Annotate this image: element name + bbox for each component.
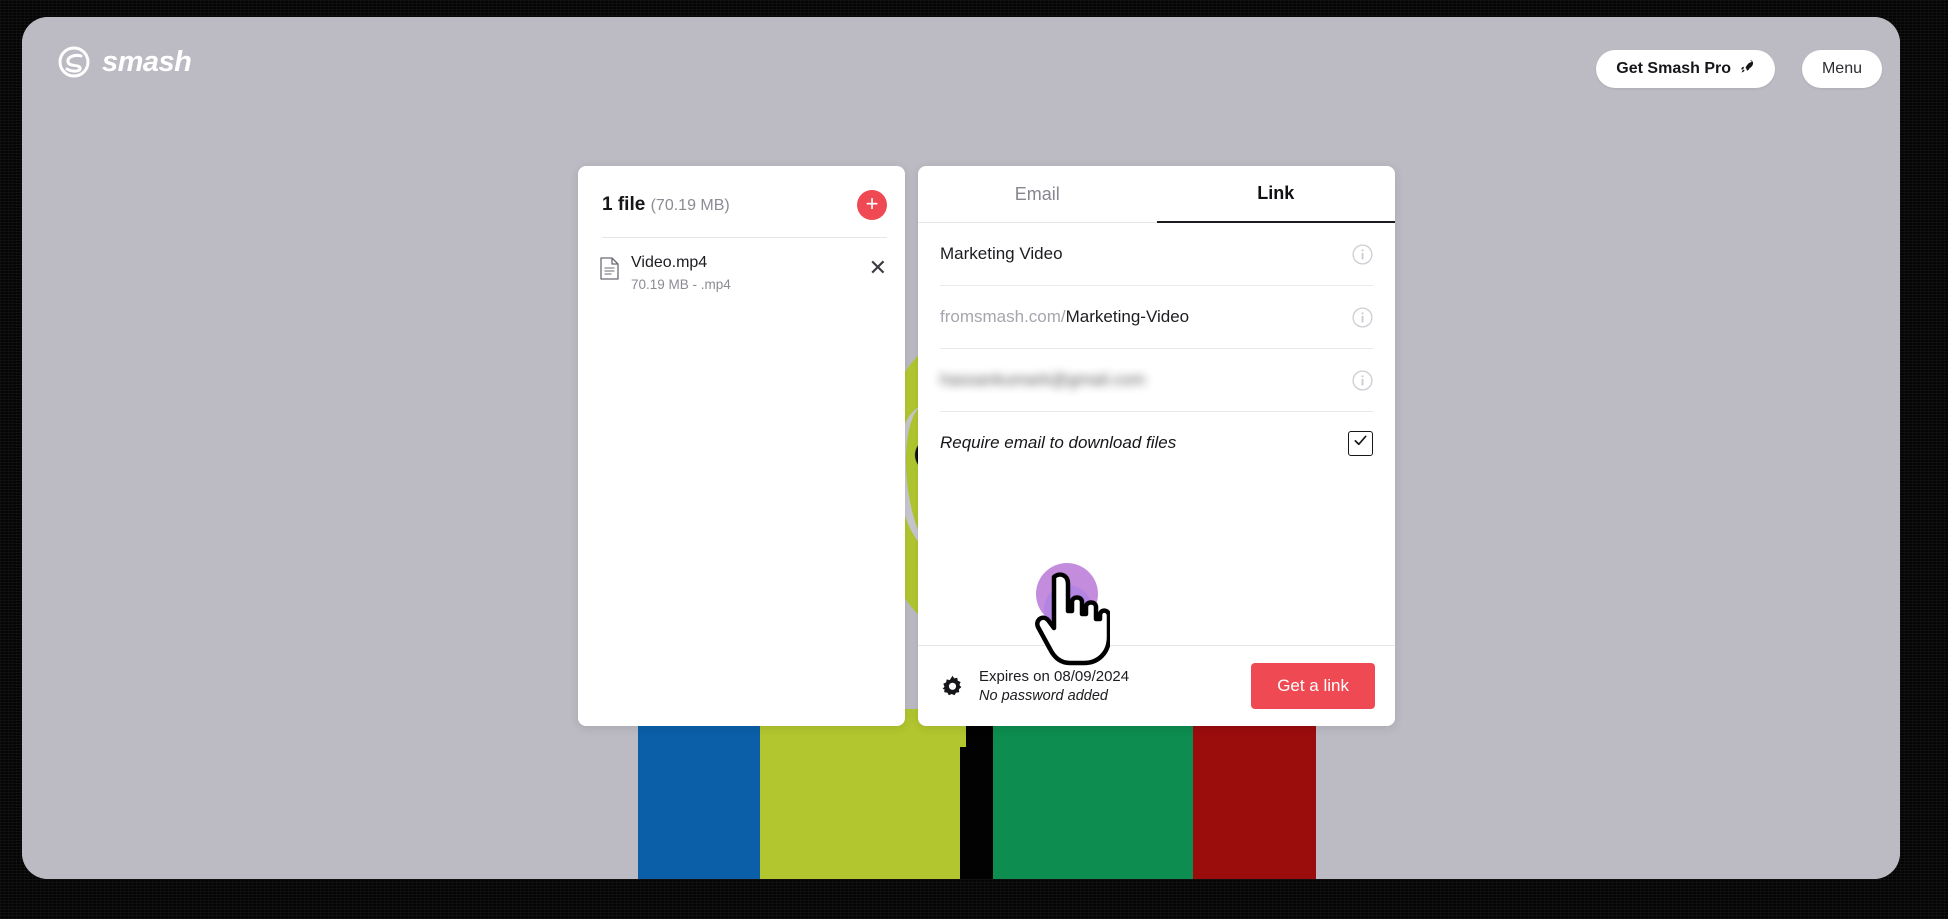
tab-link[interactable]: Link bbox=[1156, 166, 1395, 223]
files-panel: 1 file (70.19 MB) + Video.mp4 70.19 MB -… bbox=[578, 166, 905, 726]
tab-email[interactable]: Email bbox=[918, 166, 1157, 223]
document-icon bbox=[600, 257, 619, 280]
password-status: No password added bbox=[979, 688, 1108, 704]
require-email-checkbox[interactable] bbox=[1348, 430, 1373, 456]
brand-logo[interactable]: smash bbox=[57, 45, 192, 79]
info-icon[interactable] bbox=[1352, 306, 1373, 328]
file-meta: Video.mp4 70.19 MB - .mp4 bbox=[631, 254, 857, 292]
share-form: Marketing Video fromsmash.com/Marketing-… bbox=[918, 223, 1395, 645]
sender-email-value: hassankumark@gmail.com bbox=[940, 370, 1146, 389]
require-email-label: Require email to download files bbox=[940, 433, 1177, 452]
file-count-summary: 1 file (70.19 MB) bbox=[602, 194, 730, 216]
transfer-title-field[interactable]: Marketing Video bbox=[940, 223, 1373, 286]
top-bar: smash Get Smash Pro Menu bbox=[22, 17, 1900, 112]
transfer-title-value: Marketing Video bbox=[940, 244, 1063, 263]
file-count-label: 1 file bbox=[602, 194, 646, 215]
menu-button[interactable]: Menu bbox=[1801, 50, 1882, 88]
get-a-link-button[interactable]: Get a link bbox=[1251, 663, 1375, 709]
remove-file-icon[interactable]: ✕ bbox=[869, 257, 887, 279]
share-panel-footer: Expires on 08/09/2024 No password added … bbox=[918, 645, 1395, 726]
file-list-item[interactable]: Video.mp4 70.19 MB - .mp4 ✕ bbox=[578, 238, 905, 292]
brand-name: smash bbox=[102, 45, 192, 78]
checkmark-icon bbox=[1353, 433, 1368, 453]
get-smash-pro-button[interactable]: Get Smash Pro bbox=[1596, 50, 1775, 88]
require-email-row[interactable]: Require email to download files bbox=[940, 412, 1373, 474]
plus-icon: + bbox=[865, 191, 879, 216]
menu-label: Menu bbox=[1821, 60, 1862, 77]
bg-color-band-darkred bbox=[1193, 714, 1316, 879]
files-panel-header: 1 file (70.19 MB) + bbox=[578, 166, 905, 220]
rocket-icon bbox=[1738, 58, 1755, 80]
add-file-button[interactable]: + bbox=[857, 190, 887, 220]
custom-link-field[interactable]: fromsmash.com/Marketing-Video bbox=[940, 286, 1373, 349]
info-icon[interactable] bbox=[1352, 243, 1373, 265]
app-viewport: smash Get Smash Pro Menu 1 file (70.19 M… bbox=[22, 17, 1900, 879]
bg-color-band-blue bbox=[638, 714, 760, 879]
bg-color-band-lime bbox=[760, 709, 960, 879]
sender-email-field[interactable]: hassankumark@gmail.com bbox=[940, 349, 1373, 412]
get-smash-pro-label: Get Smash Pro bbox=[1616, 60, 1731, 77]
share-panel: Email Link Marketing Video fromsmash.com… bbox=[918, 166, 1395, 726]
expiry-info: Expires on 08/09/2024 No password added bbox=[979, 668, 1237, 704]
link-domain-prefix: fromsmash.com/ bbox=[940, 307, 1066, 326]
bg-color-band-green bbox=[993, 714, 1193, 879]
smash-s-logo-icon bbox=[57, 45, 91, 79]
link-slug: Marketing-Video bbox=[1065, 307, 1190, 326]
gear-icon[interactable] bbox=[940, 674, 965, 699]
file-total-size: (70.19 MB) bbox=[650, 197, 730, 214]
expiry-date: Expires on 08/09/2024 bbox=[979, 668, 1130, 685]
custom-link-value: fromsmash.com/Marketing-Video bbox=[940, 307, 1189, 327]
share-tabs: Email Link bbox=[918, 166, 1395, 223]
file-size-type: 70.19 MB - .mp4 bbox=[631, 277, 731, 293]
screenshot-root: smash Get Smash Pro Menu 1 file (70.19 M… bbox=[0, 0, 1948, 919]
info-icon[interactable] bbox=[1352, 369, 1373, 391]
file-name: Video.mp4 bbox=[631, 254, 708, 271]
